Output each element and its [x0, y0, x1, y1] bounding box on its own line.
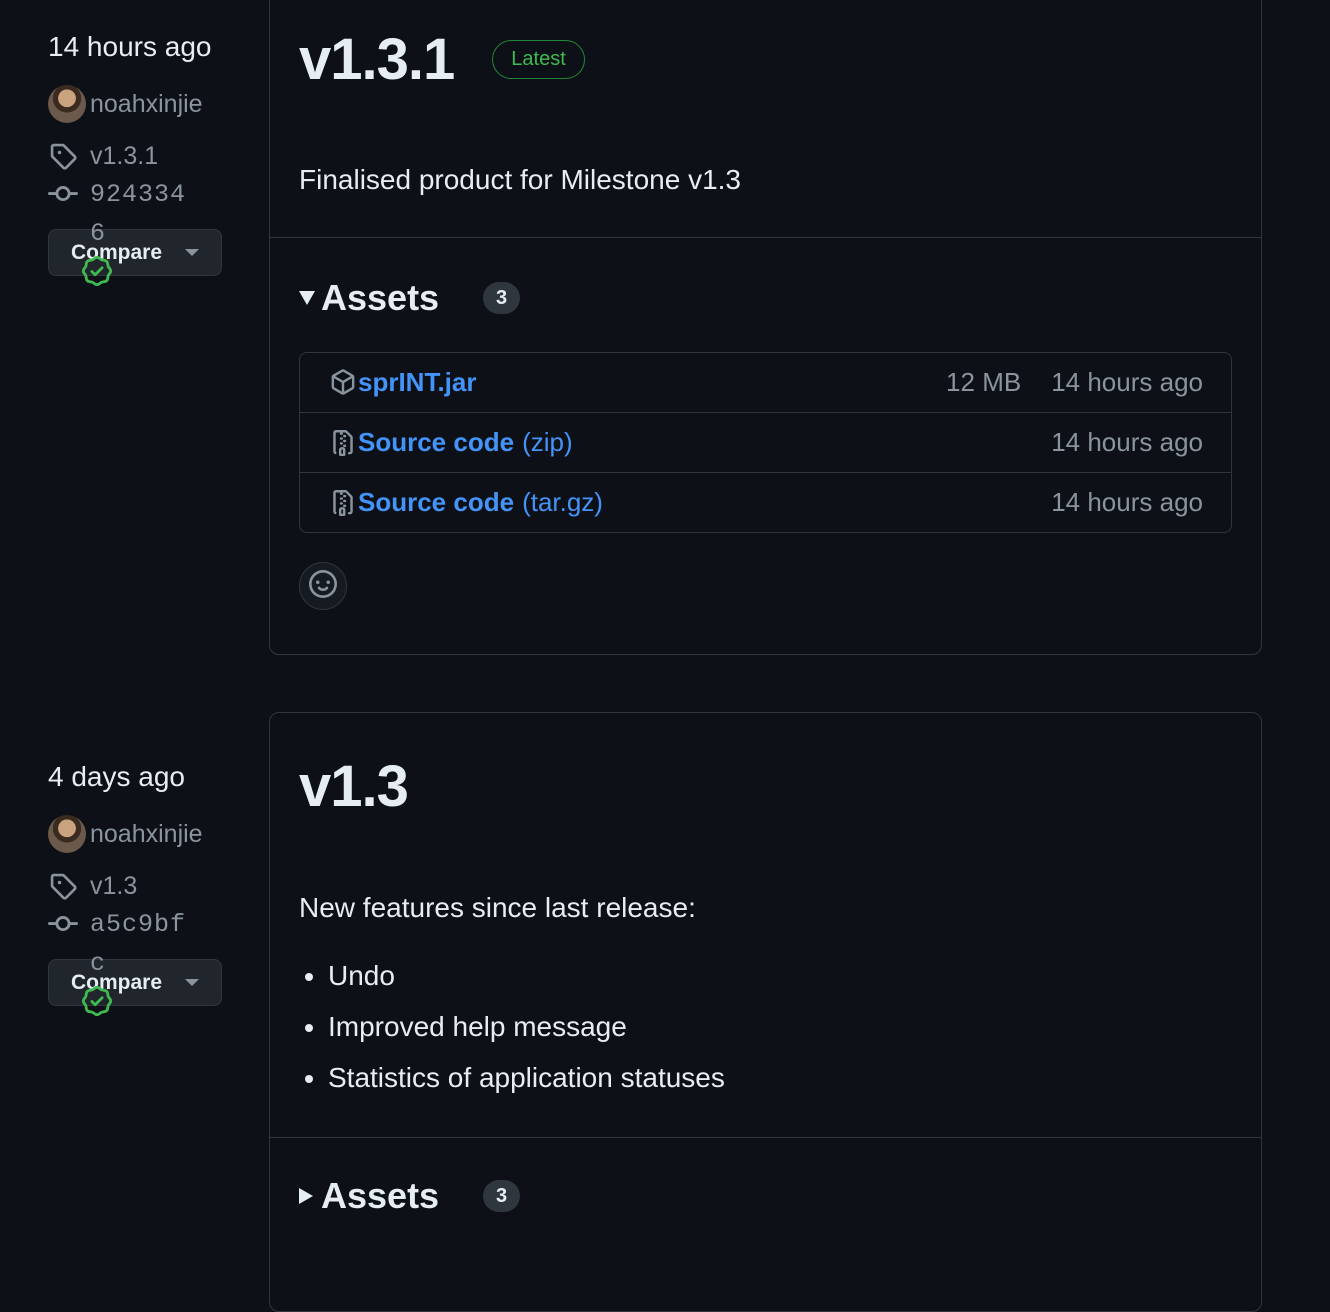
smiley-icon [309, 569, 337, 603]
release-header: v1.3 [270, 751, 1261, 821]
divider [270, 1137, 1261, 1138]
git-commit-icon [48, 179, 78, 209]
tag-icon [48, 141, 78, 171]
release-commit[interactable]: 9243346 [48, 175, 228, 248]
release-tag[interactable]: v1.3 [48, 867, 228, 905]
author-name[interactable]: noahxinjie [90, 815, 210, 853]
release-sidebar: 4 days ago noahxinjie v1.3 a5c9bfc Compa… [48, 757, 228, 1016]
list-item: Improved help message [328, 1001, 1261, 1052]
verified-icon[interactable] [82, 256, 112, 286]
release-card: v1.3 New features since last release: Un… [269, 712, 1262, 1312]
release-sidebar: 14 hours ago noahxinjie v1.3.1 9243346 C… [48, 27, 228, 286]
file-zip-icon [330, 488, 358, 518]
avatar[interactable] [48, 85, 86, 123]
tag-label[interactable]: v1.3.1 [90, 137, 158, 175]
release-tag[interactable]: v1.3.1 [48, 137, 228, 175]
assets-toggle[interactable]: Assets 3 [270, 1172, 1261, 1220]
asset-row: sprINT.jar 12 MB 14 hours ago [300, 353, 1231, 412]
asset-row: Source code (tar.gz) 14 hours ago [300, 472, 1231, 532]
triangle-down-icon [299, 291, 315, 305]
list-item: Undo [328, 950, 1261, 1001]
asset-link[interactable]: sprINT.jar [358, 367, 477, 398]
asset-time: 14 hours ago [1051, 487, 1203, 517]
assets-toggle[interactable]: Assets 3 [270, 274, 1261, 322]
asset-ext[interactable]: (zip) [522, 427, 573, 458]
release-author[interactable]: noahxinjie [48, 815, 228, 853]
release-time: 14 hours ago [48, 31, 212, 62]
avatar[interactable] [48, 815, 86, 853]
package-icon [330, 368, 358, 398]
assets-count-badge: 3 [483, 1180, 521, 1212]
release-description: New features since last release: [299, 892, 696, 923]
release-time: 4 days ago [48, 761, 185, 792]
triangle-down-icon [185, 249, 199, 256]
add-reaction-button[interactable] [299, 562, 347, 610]
tag-icon [48, 871, 78, 901]
asset-time: 14 hours ago [1051, 427, 1203, 457]
feature-list: Undo Improved help message Statistics of… [270, 950, 1261, 1103]
release-title[interactable]: v1.3.1 [299, 26, 455, 93]
asset-ext[interactable]: (tar.gz) [522, 487, 603, 518]
git-commit-icon [48, 909, 78, 939]
release-card: v1.3.1 Latest Finalised product for Mile… [269, 0, 1262, 655]
tag-label[interactable]: v1.3 [90, 867, 137, 905]
asset-link[interactable]: Source code [358, 427, 514, 458]
assets-count-badge: 3 [483, 282, 521, 314]
asset-link[interactable]: Source code [358, 487, 514, 518]
release-description: Finalised product for Milestone v1.3 [299, 164, 741, 195]
assets-title[interactable]: Assets [321, 277, 439, 319]
latest-badge: Latest [492, 39, 585, 79]
assets-title[interactable]: Assets [321, 1175, 439, 1217]
release-author[interactable]: noahxinjie [48, 85, 228, 123]
divider [270, 237, 1261, 238]
asset-size: 12 MB [946, 367, 1022, 397]
file-zip-icon [330, 428, 358, 458]
author-name[interactable]: noahxinjie [90, 85, 210, 123]
triangle-down-icon [185, 979, 199, 986]
asset-row: Source code (zip) 14 hours ago [300, 412, 1231, 472]
asset-time: 14 hours ago [1051, 367, 1203, 397]
release-title[interactable]: v1.3 [299, 753, 409, 820]
triangle-right-icon [299, 1188, 313, 1204]
release-header: v1.3.1 Latest [270, 24, 1261, 94]
verified-icon[interactable] [82, 986, 112, 1016]
release-commit[interactable]: a5c9bfc [48, 905, 228, 978]
list-item: Statistics of application statuses [328, 1052, 1261, 1103]
assets-list: sprINT.jar 12 MB 14 hours ago Source cod… [299, 352, 1232, 533]
